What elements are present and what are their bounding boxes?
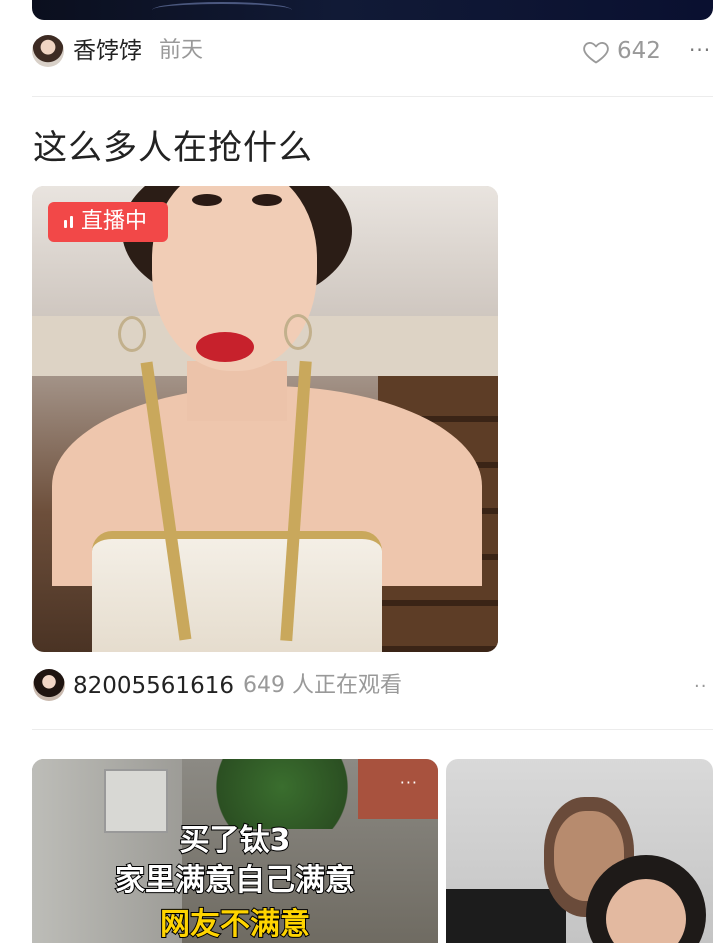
author-avatar[interactable] (32, 35, 64, 67)
streamer-id[interactable]: 82005561616 (73, 671, 234, 701)
video-caption-line: 家里满意自己满意 (114, 862, 356, 899)
previous-post-image[interactable] (32, 0, 713, 20)
viewer-count: 649 人正在观看 (243, 673, 402, 698)
more-options-icon[interactable]: ··· (400, 773, 418, 792)
live-bars-icon (64, 216, 73, 228)
video-caption-line: 买了钛3 (179, 822, 292, 859)
heart-icon[interactable] (582, 38, 610, 66)
post-time: 前天 (159, 38, 204, 63)
more-options-icon[interactable]: ··· (689, 35, 711, 65)
video-thumbnail[interactable] (446, 759, 713, 943)
like-count: 642 (617, 38, 661, 64)
video-caption-line: 网友不满意 (159, 906, 311, 943)
divider (32, 729, 713, 730)
streamer-avatar[interactable] (33, 669, 65, 701)
author-name[interactable]: 香饽饽 (73, 36, 142, 66)
post-title[interactable]: 这么多人在抢什么 (33, 125, 313, 171)
live-badge: 直播中 (48, 202, 168, 242)
live-stream-thumbnail[interactable] (32, 186, 498, 652)
divider (32, 96, 713, 97)
more-options-icon[interactable]: ·· (694, 672, 707, 702)
video-thumbnail[interactable]: ··· 买了钛3 家里满意自己满意 网友不满意 (32, 759, 438, 943)
live-badge-label: 直播中 (81, 209, 148, 234)
